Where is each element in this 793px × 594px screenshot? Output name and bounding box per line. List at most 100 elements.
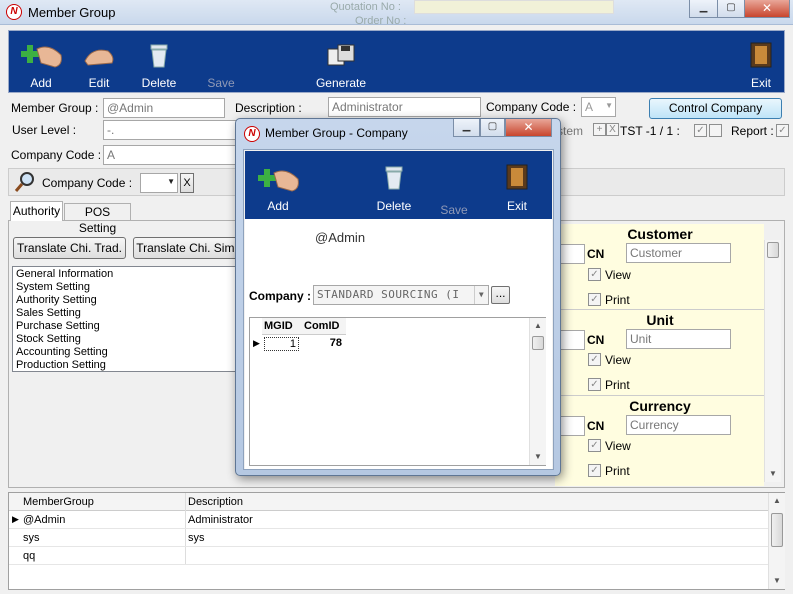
dialog-delete-button[interactable]: Delete	[363, 151, 425, 217]
minimize-button[interactable]: ▁	[689, 0, 718, 18]
customer-cn-field[interactable]: Customer	[626, 243, 731, 263]
scroll-thumb[interactable]	[771, 513, 783, 547]
report-checkbox[interactable]: ✓	[776, 124, 789, 137]
print-checkbox[interactable]: ✓	[588, 464, 601, 477]
add-hand-icon	[21, 45, 62, 68]
chevron-down-icon: ▼	[605, 101, 613, 110]
scroll-down-icon[interactable]: ▼	[765, 466, 781, 482]
magnifier-icon[interactable]	[14, 171, 36, 193]
table-row[interactable]: qq	[9, 547, 768, 565]
list-item[interactable]: General Information	[13, 268, 237, 281]
view-checkbox[interactable]: ✓	[588, 439, 601, 452]
maximize-button[interactable]: ▢	[717, 0, 745, 18]
exit-button[interactable]: Exit	[733, 31, 789, 93]
main-title-bar: N Member Group Quotation No : Order No :…	[0, 0, 793, 27]
grid-cell[interactable]: sys	[23, 532, 40, 544]
print-label: Print	[605, 293, 630, 307]
member-group-field[interactable]: @Admin	[103, 98, 225, 118]
description-field[interactable]: Administrator	[328, 97, 481, 117]
section-side-field[interactable]	[558, 416, 585, 436]
bg-quotation-field	[414, 0, 614, 14]
grid-header-membergroup[interactable]: MemberGroup	[23, 496, 94, 508]
grid-header-description[interactable]: Description	[188, 496, 243, 508]
dialog-maximize-button[interactable]: ▢	[480, 119, 505, 137]
section-side-field[interactable]	[558, 244, 585, 264]
user-level-label: User Level :	[12, 123, 77, 137]
section-unit: Unit CN Unit ✓ View ✓ Print	[555, 310, 764, 396]
scroll-thumb[interactable]	[767, 242, 779, 258]
grid-cell[interactable]: @Admin	[23, 514, 65, 526]
scroll-up-icon[interactable]: ▲	[769, 493, 785, 509]
dialog-grid-scrollbar[interactable]: ▲ ▼	[529, 318, 546, 465]
currency-cn-field[interactable]: Currency	[626, 415, 731, 435]
grid-cell[interactable]: Administrator	[188, 514, 253, 526]
section-title: Currency	[629, 398, 691, 414]
print-label: Print	[605, 378, 630, 392]
scroll-down-icon[interactable]: ▼	[530, 449, 546, 465]
list-item[interactable]: Purchase Setting	[13, 320, 237, 333]
list-item[interactable]: Production Setting	[13, 359, 237, 372]
company-code-label: Company Code :	[486, 100, 577, 114]
dialog-browse-button[interactable]: ...	[491, 286, 510, 304]
save-button[interactable]: Save	[191, 31, 251, 93]
delete-button[interactable]: Delete	[127, 31, 191, 93]
plus-checkbox[interactable]: +	[593, 123, 606, 136]
user-level-field[interactable]: -.	[103, 120, 243, 140]
list-item[interactable]: Sales Setting	[13, 307, 237, 320]
dialog-close-button[interactable]: ✕	[505, 119, 552, 137]
tst-check-2[interactable]	[709, 124, 722, 137]
close-button[interactable]: ✕	[744, 0, 790, 18]
print-checkbox[interactable]: ✓	[588, 378, 601, 391]
row-selector-icon: ▶	[253, 338, 260, 348]
edit-button[interactable]: Edit	[71, 31, 127, 93]
add-hand-icon	[258, 169, 299, 192]
grid-cell[interactable]: qq	[23, 550, 35, 562]
dialog-company-select[interactable]: STANDARD SOURCING (I ▼	[313, 285, 489, 305]
scroll-down-icon[interactable]: ▼	[769, 573, 785, 589]
filter-clear-button[interactable]: X	[180, 173, 194, 193]
company-code2-label: Company Code :	[11, 148, 102, 162]
x-checkbox[interactable]: X	[606, 123, 619, 136]
dialog-minimize-button[interactable]: ▁	[453, 119, 480, 137]
grid-header	[9, 493, 768, 511]
unit-cn-field[interactable]: Unit	[626, 329, 731, 349]
table-row[interactable]: ▶ 1 78	[250, 335, 346, 353]
translate-chi-sim-button[interactable]: Translate Chi. Sim.	[133, 237, 241, 259]
generate-button[interactable]: Generate	[307, 31, 375, 93]
dialog-exit-button[interactable]: Exit	[489, 151, 545, 217]
tab-authority[interactable]: Authority	[10, 201, 63, 221]
authority-list[interactable]: General Information System Setting Autho…	[12, 266, 238, 372]
scroll-up-icon[interactable]: ▲	[530, 318, 546, 334]
row-selector-icon: ▶	[12, 514, 19, 524]
dialog-save-button[interactable]: Save	[425, 151, 483, 217]
grid-cell[interactable]: sys	[188, 532, 205, 544]
view-checkbox[interactable]: ✓	[588, 268, 601, 281]
dialog-grid-header-comid[interactable]: ComID	[304, 320, 339, 332]
filter-company-code-select[interactable]: ▼	[140, 173, 178, 193]
tst-check-1[interactable]: ✓	[694, 124, 707, 137]
view-checkbox[interactable]: ✓	[588, 353, 601, 366]
grid-cell[interactable]: 1	[264, 337, 299, 351]
chevron-down-icon: ▼	[474, 286, 488, 304]
add-button[interactable]: Add	[11, 31, 71, 93]
dialog-add-button[interactable]: Add	[247, 151, 309, 217]
tab-pos-setting[interactable]: POS Setting	[64, 203, 131, 235]
grid-cell[interactable]: 78	[304, 337, 342, 349]
company-code2-field[interactable]: A	[103, 145, 243, 165]
sections-scrollbar[interactable]: ▼	[764, 240, 781, 482]
dialog-grid-header-mgid[interactable]: MGID	[264, 320, 293, 332]
bg-order-label: Order No :	[355, 15, 407, 27]
table-row[interactable]: ▶ @Admin Administrator	[9, 511, 768, 529]
list-item[interactable]: Authority Setting	[13, 294, 237, 307]
section-side-field[interactable]	[558, 330, 585, 350]
company-code-select[interactable]: A ▼	[581, 97, 616, 117]
list-item[interactable]: Stock Setting	[13, 333, 237, 346]
control-company-button[interactable]: Control Company	[649, 98, 782, 119]
list-item[interactable]: Accounting Setting	[13, 346, 237, 359]
scroll-thumb[interactable]	[532, 336, 544, 350]
grid-scrollbar[interactable]: ▲ ▼	[768, 493, 785, 589]
table-row[interactable]: sys sys	[9, 529, 768, 547]
translate-chi-trad-button[interactable]: Translate Chi. Trad.	[13, 237, 126, 259]
list-item[interactable]: System Setting	[13, 281, 237, 294]
print-checkbox[interactable]: ✓	[588, 293, 601, 306]
